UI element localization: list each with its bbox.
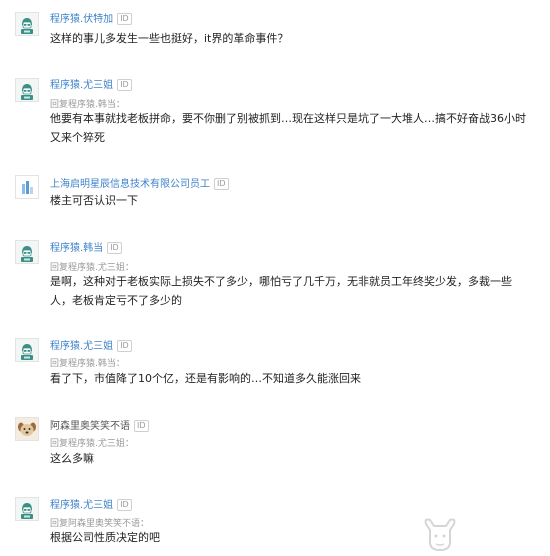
- id-badge: ID: [117, 13, 132, 25]
- comment-author[interactable]: 程序猿.韩当 ID: [50, 239, 122, 254]
- reply-to-label: 回复程序猿.韩当：: [50, 359, 125, 369]
- comment-text: 这么多嘛: [50, 452, 94, 465]
- comment-text: 他要有本事就找老板拼命，要不你删了别被抓到…现在这样只是坑了一大堆人…搞不好奋战…: [50, 109, 540, 147]
- comment-author[interactable]: 程序猿.尤三姐 ID: [50, 496, 132, 511]
- id-badge: ID: [117, 340, 132, 352]
- id-badge: ID: [117, 499, 132, 511]
- bull-logo-icon: [424, 518, 456, 552]
- author-name[interactable]: 程序猿.韩当: [50, 243, 103, 254]
- author-name[interactable]: 程序猿.尤三姐: [50, 500, 113, 511]
- id-badge: ID: [117, 79, 132, 91]
- id-badge: ID: [134, 420, 149, 432]
- programmer-avatar-icon[interactable]: [15, 78, 39, 102]
- comment-text: 看了下，市值降了10个亿，还是有影响的…不知道多久能涨回来: [50, 372, 361, 385]
- comment-text-line: 又来个猝死: [50, 131, 105, 144]
- comment-text-line: 他要有本事就找老板拼命，要不你删了别被抓到…现在这样只是坑了一大堆人…搞不好奋战…: [50, 112, 526, 125]
- comment-author[interactable]: 程序猿.伏特加 ID: [50, 10, 132, 25]
- dog-avatar-icon[interactable]: [15, 417, 39, 441]
- programmer-avatar-icon[interactable]: [15, 338, 39, 362]
- comment-text-line: 人，老板肯定亏不了多少的: [50, 294, 182, 307]
- comment-author[interactable]: 上海启明星辰信息技术有限公司员工 ID: [50, 175, 229, 190]
- comment-text: 这样的事儿多发生一些也挺好，it界的革命事件？: [50, 32, 289, 45]
- id-badge: ID: [107, 242, 122, 254]
- author-name[interactable]: 程序猿.尤三姐: [50, 341, 113, 352]
- author-name[interactable]: 程序猿.尤三姐: [50, 80, 113, 91]
- comment-author[interactable]: 程序猿.尤三姐 ID: [50, 337, 132, 352]
- author-name[interactable]: 阿森里奥笑笑不语: [50, 421, 130, 432]
- company-avatar-icon[interactable]: [15, 175, 39, 199]
- comment-author[interactable]: 程序猿.尤三姐 ID: [50, 76, 132, 91]
- comment-text: 根据公司性质决定的吧: [50, 531, 160, 544]
- reply-to-label: 回复程序猿.尤三姐：: [50, 439, 134, 449]
- programmer-avatar-icon[interactable]: [15, 240, 39, 264]
- programmer-avatar-icon[interactable]: [15, 12, 39, 36]
- comment-author[interactable]: 阿森里奥笑笑不语 ID: [50, 417, 149, 432]
- author-name[interactable]: 上海启明星辰信息技术有限公司员工: [50, 179, 210, 190]
- comment-text: 是啊，这种对于老板实际上损失不了多少，哪怕亏了几千万，无非就员工年终奖少发，多裁…: [50, 272, 540, 310]
- author-name[interactable]: 程序猿.伏特加: [50, 14, 113, 25]
- comment-text-line: 是啊，这种对于老板实际上损失不了多少，哪怕亏了几千万，无非就员工年终奖少发，多裁…: [50, 275, 512, 288]
- programmer-avatar-icon[interactable]: [15, 497, 39, 521]
- comment-text: 楼主可否认识一下: [50, 194, 138, 207]
- id-badge: ID: [214, 178, 229, 190]
